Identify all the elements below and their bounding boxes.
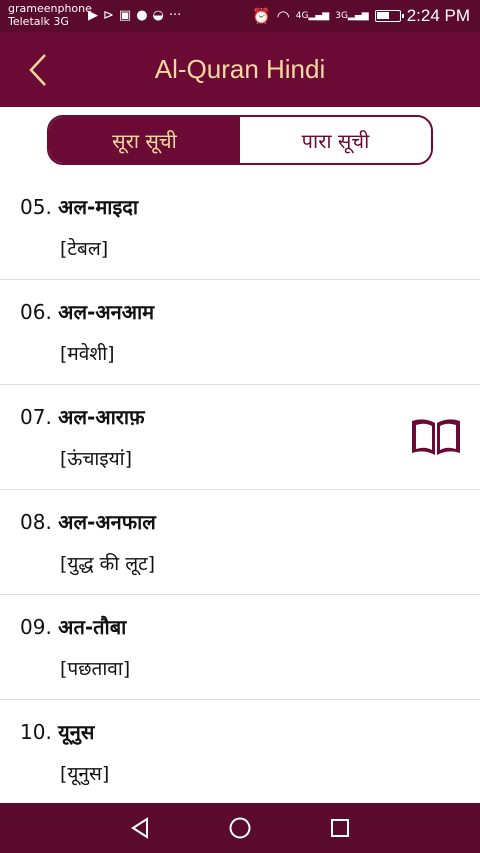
open-book-icon[interactable] <box>408 415 464 459</box>
surah-meaning: [युद्ध की लूट] <box>60 553 156 575</box>
surah-number: 10. <box>20 720 52 744</box>
carrier-info: grameenphone Teletalk 3G <box>8 2 92 28</box>
back-triangle-icon[interactable] <box>129 817 151 839</box>
recents-square-icon[interactable] <box>329 817 351 839</box>
play-store-icon: ⊳ <box>103 8 114 23</box>
surah-meaning: [पछतावा] <box>60 658 131 680</box>
carrier-secondary: Teletalk 3G <box>8 15 69 28</box>
surah-meaning: [यूनुस] <box>60 763 110 785</box>
surah-name: यूनुस <box>58 720 95 744</box>
carrier-primary: grameenphone <box>8 2 92 15</box>
chevron-left-icon <box>29 54 46 86</box>
surah-name: अल-अनआम <box>58 300 155 324</box>
alarm-icon: ⏰ <box>251 7 271 25</box>
surah-number: 08. <box>20 510 52 534</box>
battery-icon <box>374 10 404 22</box>
back-button[interactable] <box>24 50 52 90</box>
surah-name: अल-अनफाल <box>58 510 156 534</box>
surah-meaning: [ऊंचाइयां] <box>60 448 132 470</box>
tab-surah-list[interactable]: सूरा सूची <box>49 117 240 163</box>
wifi-icon: ◠ <box>276 7 290 25</box>
list-type-tabs: सूरा सूची पारा सूची <box>47 115 433 165</box>
app-title: Al-Quran Hindi <box>154 54 326 84</box>
tab-para-list[interactable]: पारा सूची <box>240 117 431 163</box>
status-bar: grameenphone Teletalk 3G ▶ ⊳ ▣ ● ◒ ··· ⏰… <box>0 0 480 32</box>
messenger-icon: ◒ <box>152 8 164 23</box>
surah-title: 09. अत-तौबा <box>20 613 126 640</box>
status-right: ⏰ ◠ 4G▂▄▆ 3G▂▄▆ 2:24 PM <box>252 6 470 26</box>
surah-title: 10. यूनुस <box>20 718 94 745</box>
surah-number: 05. <box>20 195 52 219</box>
surah-name: अत-तौबा <box>58 615 127 639</box>
more-icon: ··· <box>168 8 182 23</box>
surah-number: 09. <box>20 615 52 639</box>
surah-number: 07. <box>20 405 52 429</box>
home-circle-icon[interactable] <box>228 816 252 840</box>
surah-item-10[interactable]: 10. यूनुस [यूनुस] <box>0 700 480 805</box>
surah-item-09[interactable]: 09. अत-तौबा [पछतावा] <box>0 595 480 700</box>
surah-item-05[interactable]: 05. अल-माइदा [टेबल] <box>0 175 480 280</box>
surah-title: 06. अल-अनआम <box>20 298 154 325</box>
surah-item-08[interactable]: 08. अल-अनफाल [युद्ध की लूट] <box>0 490 480 595</box>
surah-name: अल-माइदा <box>58 195 139 219</box>
surah-list: 05. अल-माइदा [टेबल] 06. अल-अनआम [मवेशी] … <box>0 175 480 805</box>
surah-meaning: [टेबल] <box>60 238 109 260</box>
surah-number: 06. <box>20 300 52 324</box>
play-icon: ▶ <box>88 8 98 23</box>
surah-title: 05. अल-माइदा <box>20 193 138 220</box>
surah-item-06[interactable]: 06. अल-अनआम [मवेशी] <box>0 280 480 385</box>
surah-title: 07. अल-आराफ़ <box>20 403 145 430</box>
status-time: 2:24 PM <box>406 6 470 25</box>
app-icon: ▣ <box>118 8 132 23</box>
app-bar: Al-Quran Hindi <box>0 32 480 107</box>
signal-3g-icon: 3G▂▄▆ <box>335 11 369 21</box>
surah-title: 08. अल-अनफाल <box>20 508 156 535</box>
signal-4g-icon: 4G▂▄▆ <box>295 11 330 21</box>
chat-icon: ● <box>136 8 148 23</box>
surah-name: अल-आराफ़ <box>58 405 145 429</box>
notification-icons: ▶ ⊳ ▣ ● ◒ ··· <box>88 8 181 23</box>
system-nav-bar <box>0 803 480 853</box>
surah-meaning: [मवेशी] <box>60 343 115 365</box>
surah-item-07[interactable]: 07. अल-आराफ़ [ऊंचाइयां] <box>0 385 480 490</box>
